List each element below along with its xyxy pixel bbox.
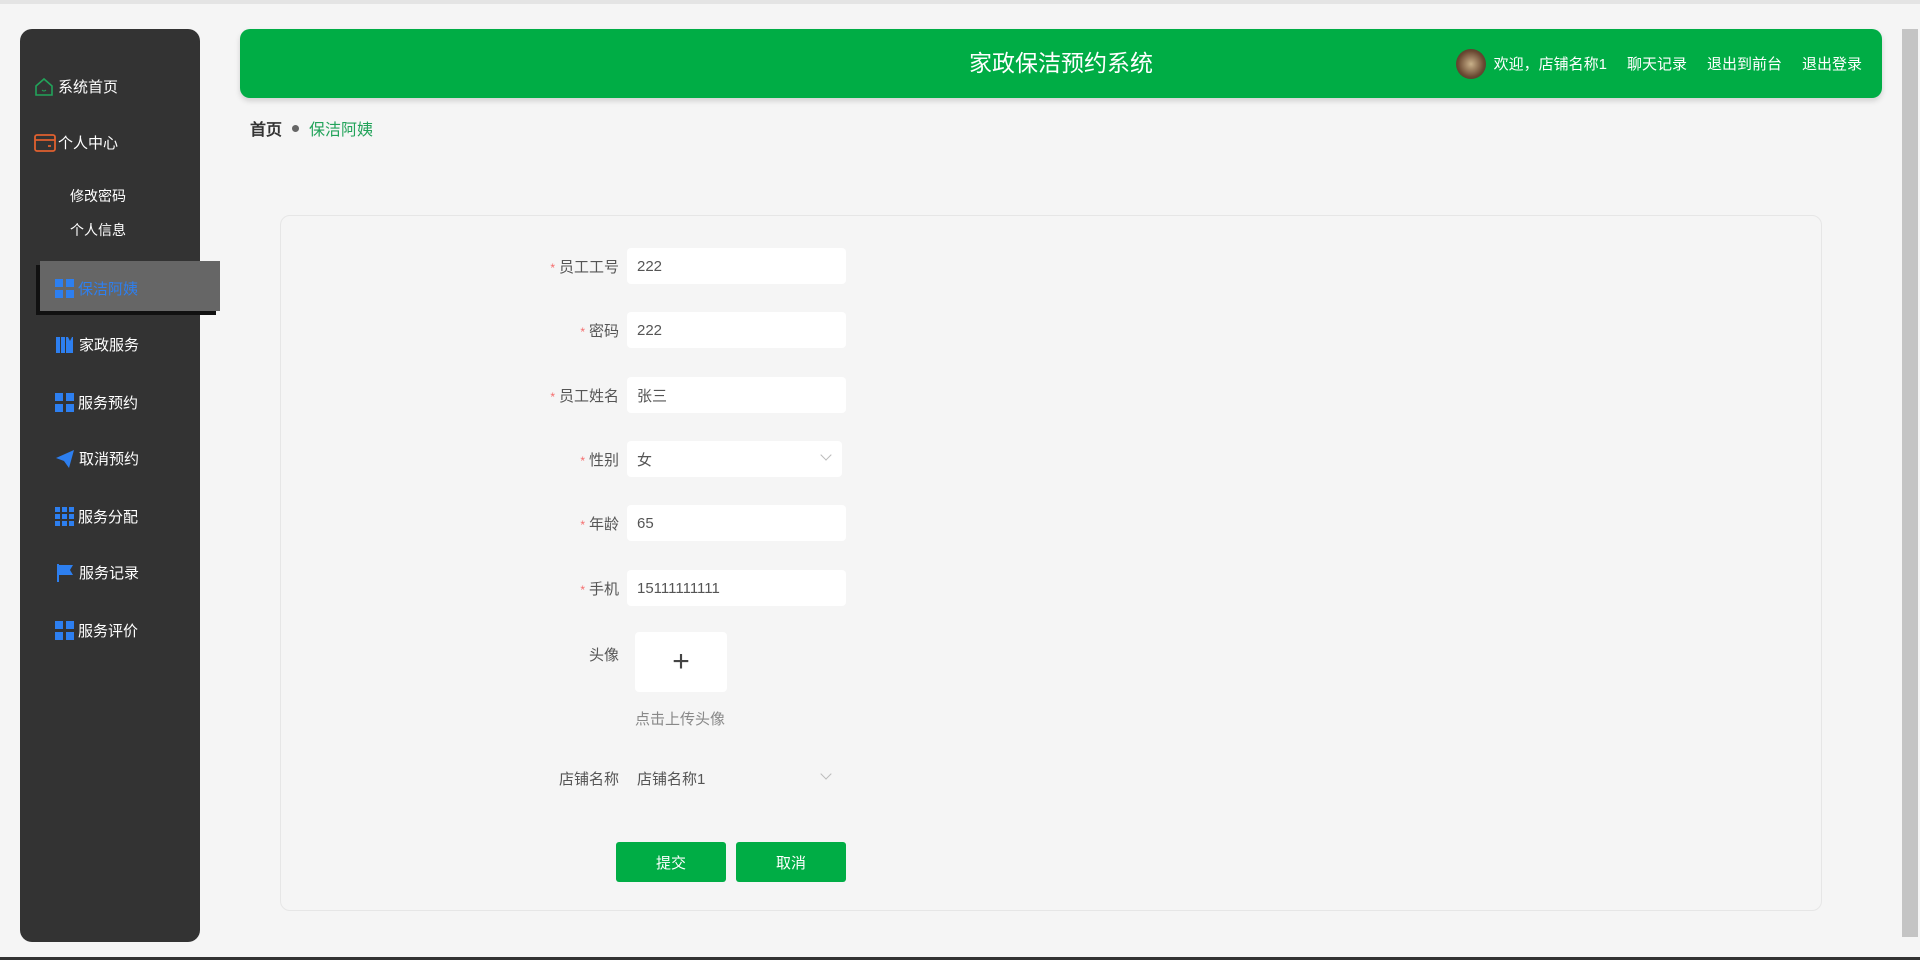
sidebar-item-label: 服务评价: [78, 623, 139, 640]
form-row-name: * 员工姓名: [281, 377, 1141, 413]
submit-button[interactable]: 提交: [616, 842, 726, 882]
top-header: 家政保洁预约系统 欢迎，店铺名称1 聊天记录 退出到前台 退出登录: [240, 29, 1882, 98]
sidebar-subitem-change-password[interactable]: 修改密码: [70, 186, 126, 206]
scrollbar[interactable]: [1902, 29, 1918, 937]
gender-value: 女: [637, 451, 653, 469]
password-input[interactable]: [627, 312, 846, 348]
breadcrumb-separator: [292, 124, 300, 132]
required-mark: *: [580, 453, 585, 468]
sidebar-item-assignment[interactable]: 服务分配: [55, 506, 138, 527]
grid-icon: [55, 621, 74, 640]
sidebar-item-label: 服务预约: [78, 395, 139, 412]
sidebar-item-label: 保洁阿姨: [78, 281, 139, 298]
sidebar-item-label: 家政服务: [79, 337, 140, 354]
gender-select[interactable]: 女: [627, 441, 842, 477]
field-label: 店铺名称: [558, 770, 619, 788]
grid-icon: [55, 279, 74, 298]
breadcrumb: 首页 保洁阿姨: [250, 116, 373, 140]
sidebar-item-cancel-booking[interactable]: 取消预约: [55, 448, 139, 469]
field-label: 手机: [588, 580, 619, 598]
avatar: [1455, 48, 1486, 79]
form-row-shop: 店铺名称 店铺名称1: [281, 760, 1141, 796]
form-row-gender: * 性别 女: [281, 441, 1141, 477]
phone-input[interactable]: [627, 570, 846, 606]
required-mark: *: [550, 260, 555, 275]
sidebar-subitem-personal-info[interactable]: 个人信息: [70, 220, 126, 240]
plus-icon: +: [672, 645, 690, 678]
breadcrumb-current: 保洁阿姨: [309, 122, 374, 139]
sidebar-item-cleaners[interactable]: 保洁阿姨: [55, 278, 138, 299]
logout-link[interactable]: 退出登录: [1802, 53, 1862, 74]
chevron-down-icon: [820, 768, 832, 780]
age-input[interactable]: [627, 505, 846, 541]
form-row-staff-id: * 员工工号: [281, 248, 1141, 284]
sidebar-item-personal[interactable]: 个人中心: [34, 132, 118, 153]
form-row-phone: * 手机: [281, 570, 1141, 606]
home-icon: [34, 77, 54, 97]
sidebar-item-label: 服务分配: [78, 509, 139, 526]
grid-icon: [55, 393, 74, 412]
sidebar-item-reviews[interactable]: 服务评价: [55, 620, 138, 641]
shop-select[interactable]: 店铺名称1: [627, 760, 842, 796]
apps-icon: [55, 507, 74, 526]
sidebar-item-records[interactable]: 服务记录: [55, 562, 139, 583]
field-label: 员工工号: [558, 258, 619, 276]
field-label: 性别: [588, 451, 619, 469]
required-mark: *: [580, 517, 585, 532]
form-card: *员工工号 *密码 *员工姓名 *性别 女 *年龄 *手机 头像 + 点击上传头…: [280, 215, 1822, 911]
sidebar-item-booking[interactable]: 服务预约: [55, 392, 138, 413]
form-row-age: * 年龄: [281, 505, 1141, 541]
chat-records-link[interactable]: 聊天记录: [1627, 53, 1687, 74]
books-icon: [55, 335, 75, 355]
upload-hint: 点击上传头像: [635, 711, 726, 728]
form-row-password: * 密码: [281, 312, 1141, 348]
sidebar-item-label: 个人中心: [58, 135, 119, 152]
chevron-down-icon: [820, 449, 832, 461]
welcome-text: 欢迎，店铺名称1: [1493, 56, 1607, 73]
sidebar: [20, 29, 200, 942]
sidebar-item-label: 取消预约: [79, 451, 140, 468]
required-mark: *: [580, 582, 585, 597]
sidebar-item-label: 服务记录: [79, 565, 140, 582]
avatar-upload[interactable]: +: [635, 632, 727, 692]
field-label: 年龄: [588, 515, 619, 533]
sidebar-item-services[interactable]: 家政服务: [55, 334, 139, 355]
required-mark: *: [550, 389, 555, 404]
wallet-icon: [34, 133, 56, 153]
sidebar-item-label: 系统首页: [58, 79, 119, 96]
send-icon: [55, 449, 75, 469]
breadcrumb-home[interactable]: 首页: [250, 116, 282, 140]
staff-id-input[interactable]: [627, 248, 846, 284]
avatar-label: 头像: [588, 646, 619, 664]
shop-value: 店铺名称1: [637, 770, 706, 788]
field-label: 员工姓名: [558, 387, 619, 405]
flag-icon: [55, 563, 75, 583]
field-label: 密码: [588, 322, 619, 340]
name-input[interactable]: [627, 377, 846, 413]
sidebar-item-home[interactable]: 系统首页: [34, 76, 118, 97]
required-mark: *: [580, 324, 585, 339]
back-to-frontend-link[interactable]: 退出到前台: [1707, 53, 1782, 74]
cancel-button[interactable]: 取消: [736, 842, 846, 882]
